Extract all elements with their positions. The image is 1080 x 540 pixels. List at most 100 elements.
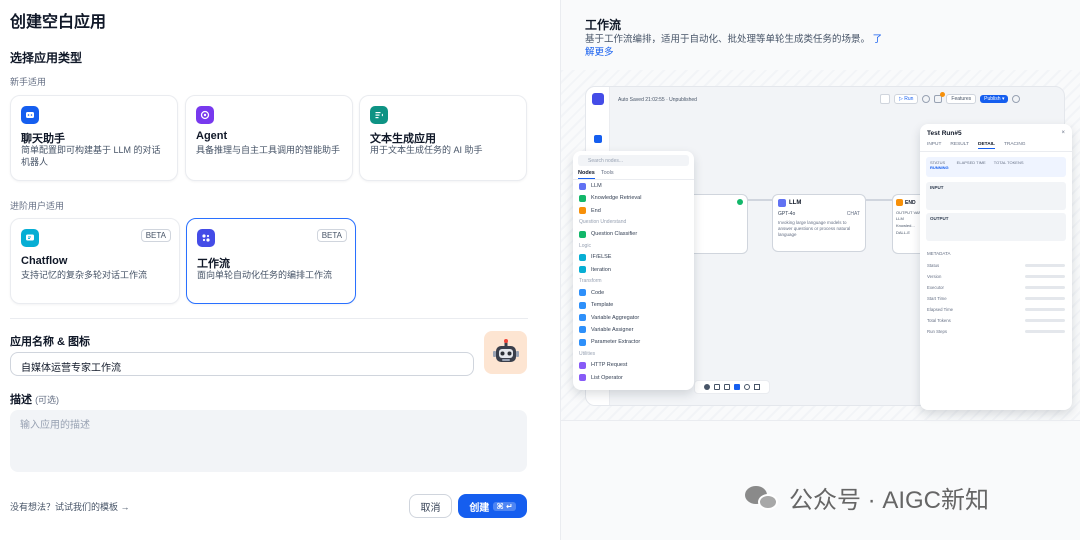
beta-badge: BETA [316,229,347,242]
preview-pane: 工作流 基于工作流编排，适用于自动化、批处理等单轮生成类任务的场景。 了解更多 … [560,0,1080,540]
chatflow-icon [21,229,39,247]
node-type-icon [579,361,586,369]
status-bar: STATUS RUNNING ELAPSED TIME TOTAL TOKENS [926,157,1066,177]
page-title: 创建空白应用 [10,14,107,31]
tokens-label: TOTAL TOKENS [993,160,1024,165]
robot-icon [492,338,519,362]
node-type-icon [579,326,586,334]
metadata-rows: Status Version Executor Start Time Elapsed T… [920,260,1072,337]
metadata-key: Start Time [927,296,947,301]
metadata-key: Version [927,274,942,279]
advanced-label: 进阶用户适用 [10,201,65,211]
metadata-row: Total Tokens [927,315,1065,326]
close-icon: × [1061,130,1065,136]
name-label: 应用名称 & 图标 [10,336,91,348]
node-picker-panel: Search nodes... Nodes Tools LLM Knowledge… [573,151,694,390]
app-icon-picker[interactable] [484,331,527,374]
metadata-value-placeholder [1025,264,1065,267]
node-item-label: End [591,207,601,214]
metadata-value-placeholder [1025,319,1065,322]
app-type-card-chat-assistant[interactable]: 聊天助手 简单配置即可构建基于 LLM 的对话机器人 [10,95,178,181]
create-button[interactable]: 创建 ⌘ ↵ [458,494,527,518]
node-item: HTTP Request [573,359,694,371]
llm-node: LLM GPT-4o CHAT Invoking large language … [772,194,866,252]
template-link[interactable]: 没有想法？试试我们的模板 → [10,500,130,513]
end-node: END OUTPUT VARI... LLM Knowled... DALL-E [892,194,926,254]
metadata-label: METADATA [927,251,951,256]
node-picker-tabs: Nodes Tools [573,170,694,180]
watermark: 公众号 · AIGC新知 [745,480,989,515]
grid-icon [880,94,890,104]
llm-node-title: LLM [789,200,802,206]
node-type-icon [579,301,586,309]
node-item-label: IF/ELSE [591,254,612,261]
output-block: OUTPUT [926,213,1066,241]
tab-result: RESULT [950,142,969,147]
text-gen-icon [370,106,388,124]
choose-type-heading: 选择应用类型 [10,51,83,65]
node-item-label: Code [591,289,605,296]
edge-start-llm [748,199,772,201]
desc-label-row: 描述 (可选) [10,391,59,407]
node-item-label: HTTP Request [591,362,628,369]
create-app-dialog: 创建空白应用 选择应用类型 新手适用 聊天助手 简单配置即可构建基于 LLM 的… [0,0,540,540]
app-name-input[interactable]: 自媒体运营专家工作流 [10,352,474,376]
elapsed-label: ELAPSED TIME [956,160,986,165]
node-type-icon [579,207,586,215]
app-type-card-chatflow[interactable]: BETA Chatflow 支持记忆的复杂多轮对话工作流 [10,218,180,304]
metadata-row: Start Time [927,293,1065,304]
metadata-value-placeholder [1025,308,1065,311]
end-node-title: END [905,199,916,206]
layout-icon [754,384,760,390]
card-desc: 支持记忆的复杂多轮对话工作流 [21,270,148,280]
card-name: Agent [196,130,228,142]
node-type-icon [579,374,586,382]
test-run-tabs: INPUT RESULT DETAIL TRACING [920,140,1072,152]
test-run-panel: Test Run#5 × INPUT RESULT DETAIL TRACING… [920,124,1072,410]
card-desc: 具备推理与自主工具调用的智能助手 [196,145,341,155]
llm-tag: CHAT [846,211,860,217]
app-type-card-workflow[interactable]: BETA 工作流 面向单轮自动化任务的编排工作流 [186,218,356,304]
node-type-icon [579,182,586,190]
edge-llm-end [866,199,892,201]
divider [561,420,1080,421]
app-type-card-agent[interactable]: Agent 具备推理与自主工具调用的智能助手 [185,95,353,181]
node-item: Code [573,287,694,299]
chat-bot-icon [21,106,39,124]
description-textarea[interactable]: 输入应用的描述 [10,410,527,472]
metadata-key: Executor [927,285,944,290]
cancel-button[interactable]: 取消 [409,494,452,518]
node-item-label: Variable Aggregator [591,314,640,321]
features-button: Features [946,94,977,104]
metadata-value-placeholder [1025,297,1065,300]
export-icon [724,384,730,390]
input-block: INPUT [926,182,1066,210]
node-item-label: Iteration [591,266,611,273]
history-icon [922,95,931,103]
node-type-icon [579,289,586,297]
node-item: LLM [573,180,694,192]
tab-tools: Tools [600,170,614,176]
metadata-row: Version [927,271,1065,282]
node-type-icon [579,338,586,346]
metadata-row: Elapsed Time [927,304,1065,315]
end-output-item: LLM [896,216,904,221]
checklist-icon [934,92,946,103]
llm-desc: Invoking large language models to answer… [778,220,851,237]
node-type-icon [579,230,586,238]
node-item-label: Parameter Extractor [591,339,641,346]
run-label: Run [904,96,914,102]
shortcut-hint: ⌘ ↵ [493,501,516,511]
node-item-label: Question Classifier [591,231,638,238]
node-search-input: Search nodes... [578,155,689,166]
app-type-card-text-generation[interactable]: 文本生成应用 用于文本生成任务的 AI 助手 [359,95,527,181]
add-icon [704,384,710,390]
node-group-header: Transform [579,278,602,285]
end-output-item: Knowled... [896,223,915,228]
metadata-value-placeholder [1025,275,1065,278]
metadata-key: Elapsed Time [927,307,954,312]
watermark-text: 公众号 · AIGC新知 [789,487,990,514]
node-item-label: Knowledge Retrieval [591,195,642,202]
node-type-icon [579,314,586,322]
node-item-label: Variable Assigner [591,326,634,333]
